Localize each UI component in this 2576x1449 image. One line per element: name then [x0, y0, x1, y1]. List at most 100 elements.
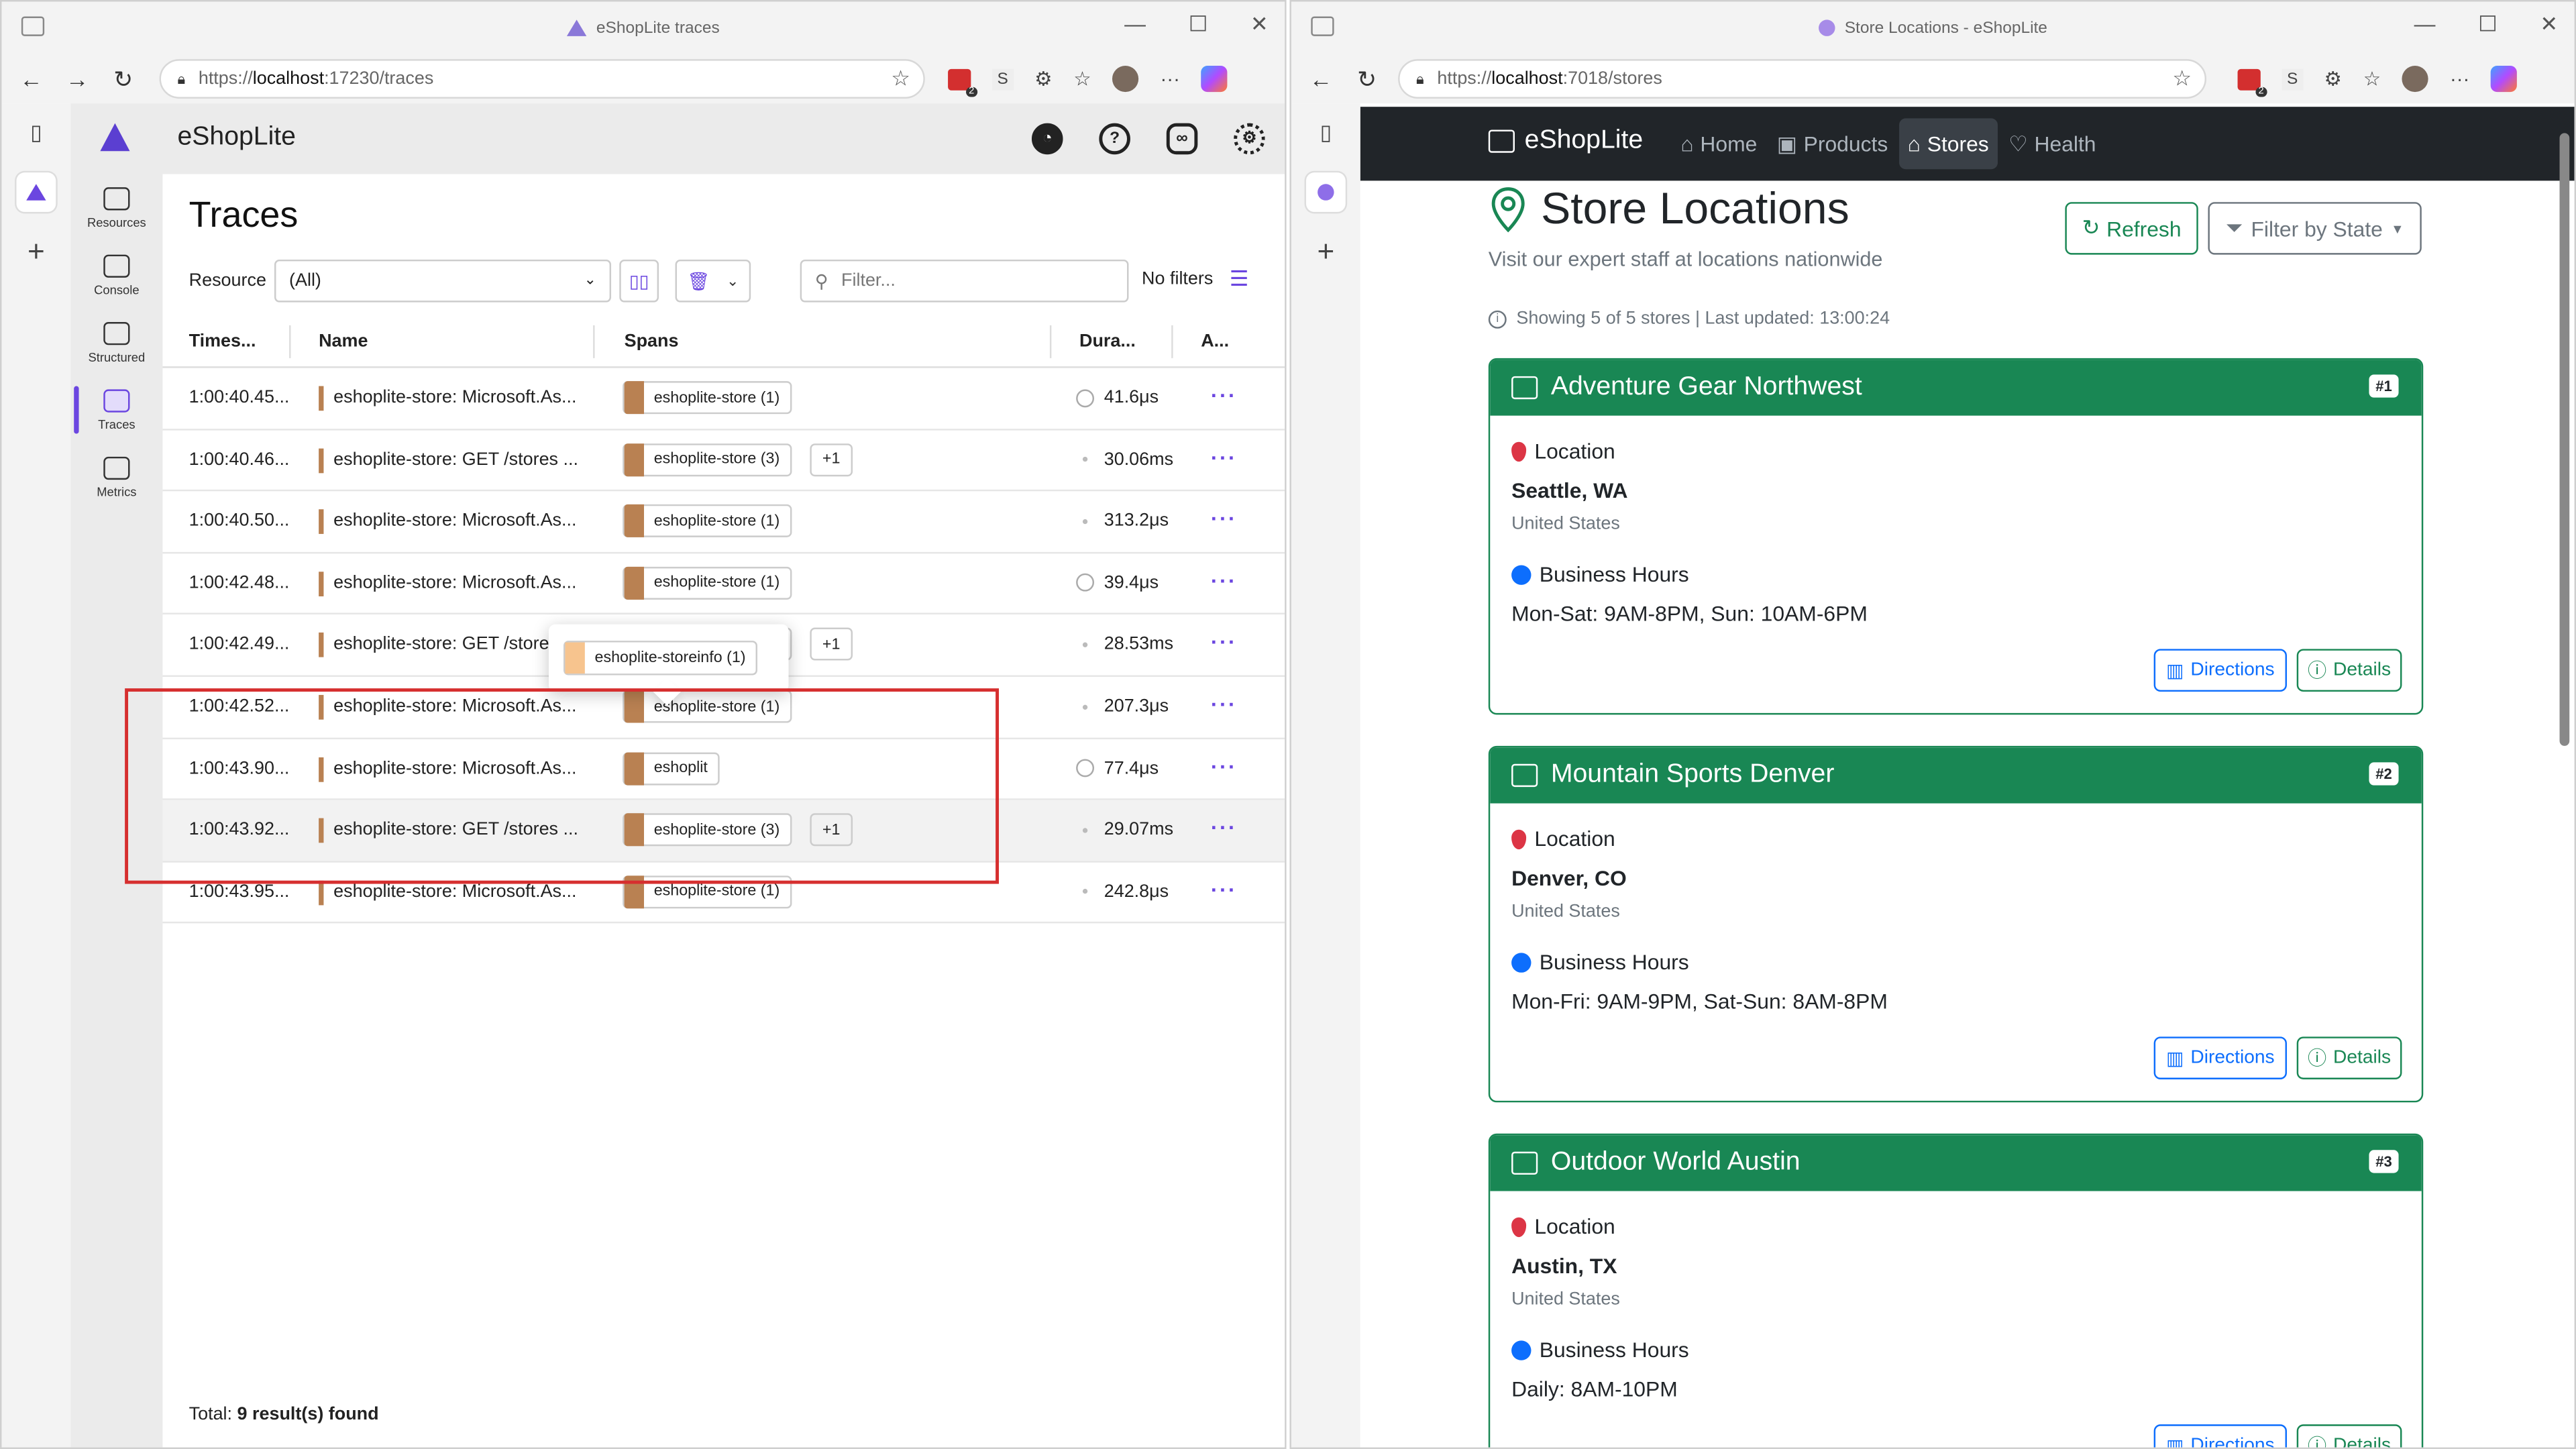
- table-row[interactable]: 1:00:40.46... eshoplite-store: GET /store…: [162, 430, 1285, 492]
- row-name[interactable]: eshoplite-store: Microsoft.As...: [333, 573, 576, 592]
- span-chip[interactable]: eshoplite-store (1): [623, 875, 792, 908]
- directions-button[interactable]: ▥ Directions: [2153, 649, 2288, 692]
- extension-s-icon[interactable]: S: [992, 68, 1014, 90]
- span-chip[interactable]: eshoplit: [623, 751, 720, 785]
- more-menu-icon[interactable]: ···: [2450, 67, 2469, 90]
- row-name[interactable]: eshoplite-store: Microsoft.As...: [333, 758, 576, 777]
- details-button[interactable]: ⓘ Details: [2296, 1036, 2402, 1079]
- refresh-button[interactable]: ↻ Refresh: [2065, 202, 2198, 255]
- sidebar-toggle-icon[interactable]: ▯: [16, 113, 56, 153]
- row-actions-button[interactable]: ···: [1211, 383, 1237, 408]
- tab-actions-icon[interactable]: [21, 16, 45, 36]
- nav-products[interactable]: ▣ Products: [1768, 118, 1896, 169]
- copilot-chat-icon[interactable]: ∞: [1166, 123, 1198, 155]
- more-spans-button[interactable]: +1: [810, 813, 853, 847]
- extensions-puzzle-icon[interactable]: ⚙︎: [1034, 67, 1052, 90]
- minimize-icon[interactable]: —: [2414, 11, 2436, 38]
- favorite-star-icon[interactable]: ☆: [2172, 66, 2192, 92]
- table-row[interactable]: 1:00:40.45... eshoplite-store: Microsoft.…: [162, 368, 1285, 430]
- filter-search[interactable]: ⚲ Filter...: [800, 259, 1129, 303]
- scrollbar[interactable]: [2558, 113, 2571, 1428]
- tab-eshoplite[interactable]: [1305, 172, 1346, 212]
- favorite-star-icon[interactable]: ☆: [891, 66, 910, 92]
- col-duration[interactable]: Dura...: [1079, 332, 1136, 352]
- maximize-icon[interactable]: ☐: [1189, 11, 1208, 38]
- pause-button[interactable]: ▯▯: [619, 259, 659, 303]
- table-row[interactable]: 1:00:40.50... eshoplite-store: Microsoft.…: [162, 492, 1285, 553]
- span-chip[interactable]: eshoplite-store (1): [623, 566, 792, 600]
- forward-icon[interactable]: →: [54, 66, 101, 92]
- settings-gear-icon[interactable]: ⚙: [1234, 123, 1265, 155]
- row-actions-button[interactable]: ···: [1211, 815, 1237, 840]
- table-row[interactable]: 1:00:43.92... eshoplite-store: GET /store…: [162, 800, 1285, 863]
- profile-avatar[interactable]: [1112, 65, 1139, 93]
- copilot-icon[interactable]: [2491, 65, 2518, 93]
- sidebar-toggle-icon[interactable]: ▯: [1306, 113, 1346, 153]
- details-button[interactable]: ⓘ Details: [2296, 649, 2402, 692]
- close-icon[interactable]: ✕: [2540, 11, 2558, 38]
- filter-state-dropdown[interactable]: ⏷ Filter by State ▼: [2208, 202, 2422, 255]
- row-name[interactable]: eshoplite-store: Microsoft.As...: [333, 388, 576, 407]
- span-chip[interactable]: eshoplite-store (1): [623, 504, 792, 538]
- row-actions-button[interactable]: ···: [1211, 692, 1237, 716]
- col-name[interactable]: Name: [319, 332, 368, 352]
- aspire-logo-icon[interactable]: [100, 123, 130, 152]
- new-tab-icon[interactable]: +: [1306, 231, 1346, 271]
- column-divider[interactable]: [289, 325, 291, 358]
- more-spans-button[interactable]: +1: [810, 443, 853, 476]
- col-actions[interactable]: A...: [1201, 332, 1229, 352]
- reload-icon[interactable]: ↻: [100, 65, 146, 93]
- column-divider[interactable]: [593, 325, 595, 358]
- column-divider[interactable]: [1049, 325, 1052, 358]
- extensions-puzzle-icon[interactable]: ⚙︎: [2324, 67, 2342, 90]
- favorites-icon[interactable]: ☆: [1073, 67, 1091, 90]
- resource-select[interactable]: (All) ⌄: [274, 259, 612, 303]
- maximize-icon[interactable]: ☐: [2478, 11, 2498, 38]
- row-actions-button[interactable]: ···: [1211, 630, 1237, 655]
- nav-home[interactable]: ⌂ Home: [1672, 118, 1765, 169]
- span-chip[interactable]: eshoplite-store (3): [623, 813, 792, 847]
- row-actions-button[interactable]: ···: [1211, 506, 1237, 531]
- tab-actions-icon[interactable]: [1311, 16, 1334, 36]
- favorites-icon[interactable]: ☆: [2363, 67, 2381, 90]
- row-actions-button[interactable]: ···: [1211, 568, 1237, 593]
- new-tab-icon[interactable]: +: [16, 231, 56, 271]
- row-name[interactable]: eshoplite-store: GET /stores ...: [333, 635, 578, 654]
- filter-icon[interactable]: ☰: [1230, 266, 1249, 292]
- column-divider[interactable]: [1171, 325, 1173, 358]
- back-icon[interactable]: ←: [8, 66, 54, 92]
- span-chip[interactable]: eshoplite-store (1): [623, 381, 792, 415]
- reload-icon[interactable]: ↻: [1344, 65, 1390, 93]
- directions-button[interactable]: ▥ Directions: [2153, 1424, 2288, 1448]
- row-name[interactable]: eshoplite-store: GET /stores ...: [333, 820, 578, 840]
- nav-health[interactable]: ♡ Health: [2000, 118, 2104, 169]
- row-name[interactable]: eshoplite-store: Microsoft.As...: [333, 696, 576, 716]
- close-icon[interactable]: ✕: [1250, 11, 1269, 38]
- row-name[interactable]: eshoplite-store: Microsoft.As...: [333, 882, 576, 902]
- row-name[interactable]: eshoplite-store: Microsoft.As...: [333, 511, 576, 531]
- more-spans-button[interactable]: +1: [810, 628, 853, 661]
- extension-red-icon[interactable]: 2: [2237, 68, 2267, 97]
- row-name[interactable]: eshoplite-store: GET /stores ...: [333, 449, 578, 469]
- nav-resources[interactable]: Resources: [70, 174, 162, 241]
- table-row[interactable]: 1:00:42.48... eshoplite-store: Microsoft.…: [162, 553, 1285, 615]
- extension-red-icon[interactable]: 2: [948, 68, 978, 97]
- profile-avatar[interactable]: [2402, 65, 2429, 93]
- more-menu-icon[interactable]: ···: [1160, 67, 1179, 90]
- back-icon[interactable]: ←: [1298, 66, 1344, 92]
- url-input[interactable]: 🔒︎ https://localhost:7018/stores ☆: [1398, 59, 2207, 99]
- directions-button[interactable]: ▥ Directions: [2153, 1036, 2288, 1079]
- scrollbar-thumb[interactable]: [2559, 133, 2570, 746]
- url-input[interactable]: 🔒︎ https://localhost:17230/traces ☆: [159, 59, 925, 99]
- nav-metrics[interactable]: Metrics: [70, 443, 162, 511]
- span-chip[interactable]: eshoplite-store (3): [623, 443, 792, 476]
- nav-structured[interactable]: Structured: [70, 309, 162, 376]
- extension-s-icon[interactable]: S: [2282, 68, 2303, 90]
- col-timestamp[interactable]: Times...: [189, 332, 256, 352]
- brand-link[interactable]: eShopLite: [1488, 127, 1643, 156]
- nav-stores[interactable]: ⌂ Stores: [1899, 118, 1997, 170]
- minimize-icon[interactable]: —: [1124, 11, 1146, 38]
- row-actions-button[interactable]: ···: [1211, 753, 1237, 778]
- row-actions-button[interactable]: ···: [1211, 877, 1237, 902]
- help-icon[interactable]: ?: [1099, 123, 1130, 155]
